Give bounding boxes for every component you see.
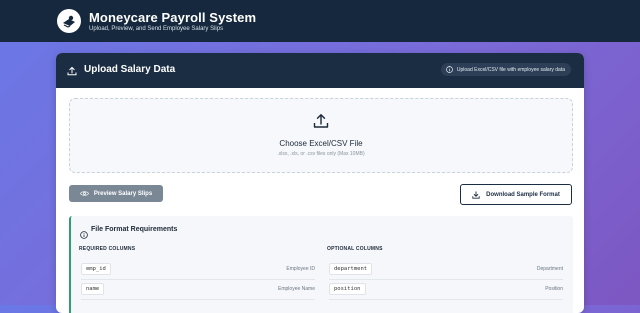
dropzone-subtitle: .xlsx, .xls, or .csv files only (Max 10M… <box>277 151 365 157</box>
column-code: name <box>81 283 105 295</box>
info-icon <box>80 226 88 244</box>
column-description: Position <box>545 286 563 292</box>
format-requirements-panel: File Format Requirements REQUIRED COLUMN… <box>69 216 573 313</box>
file-dropzone[interactable]: Choose Excel/CSV File .xlsx, .xls, or .c… <box>69 98 573 173</box>
eye-icon <box>79 191 89 196</box>
hint-badge: Upload Excel/CSV file with employee sala… <box>440 63 571 76</box>
download-button-label: Download Sample Format <box>486 191 560 198</box>
column-description: Department <box>536 266 563 272</box>
upload-card: Upload Salary Data Upload Excel/CSV file… <box>56 53 584 313</box>
download-icon <box>472 190 480 199</box>
app-header: Moneycare Payroll System Upload, Preview… <box>0 0 640 42</box>
logo-icon <box>57 9 81 33</box>
optional-column-row: department Department <box>329 259 563 280</box>
required-column-row: emp_id Employee ID <box>81 259 315 280</box>
column-code: department <box>329 263 373 275</box>
upload-icon <box>313 113 329 134</box>
dropzone-title: Choose Excel/CSV File <box>279 139 363 148</box>
card-title: Upload Salary Data <box>84 64 176 75</box>
preview-button-label: Preview Salary Slips <box>93 190 153 197</box>
preview-salary-slips-button[interactable]: Preview Salary Slips <box>69 185 163 202</box>
optional-column-row: position Position <box>329 279 563 300</box>
column-code: emp_id <box>81 263 111 275</box>
column-description: Employee ID <box>286 266 315 272</box>
hint-text: Upload Excel/CSV file with employee sala… <box>456 66 565 73</box>
format-requirements-title: File Format Requirements <box>91 226 178 233</box>
app-title: Moneycare Payroll System <box>89 10 257 25</box>
info-icon <box>446 66 453 73</box>
column-description: Employee Name <box>278 286 315 292</box>
app-subtitle: Upload, Preview, and Send Employee Salar… <box>89 26 224 32</box>
column-code: position <box>329 283 366 295</box>
upload-card-header: Upload Salary Data Upload Excel/CSV file… <box>56 53 584 88</box>
upload-icon <box>67 63 77 81</box>
download-sample-button[interactable]: Download Sample Format <box>460 184 572 205</box>
optional-columns-heading: OPTIONAL COLUMNS <box>327 246 383 252</box>
required-column-row: name Employee Name <box>81 279 315 300</box>
required-columns-heading: REQUIRED COLUMNS <box>79 246 136 252</box>
